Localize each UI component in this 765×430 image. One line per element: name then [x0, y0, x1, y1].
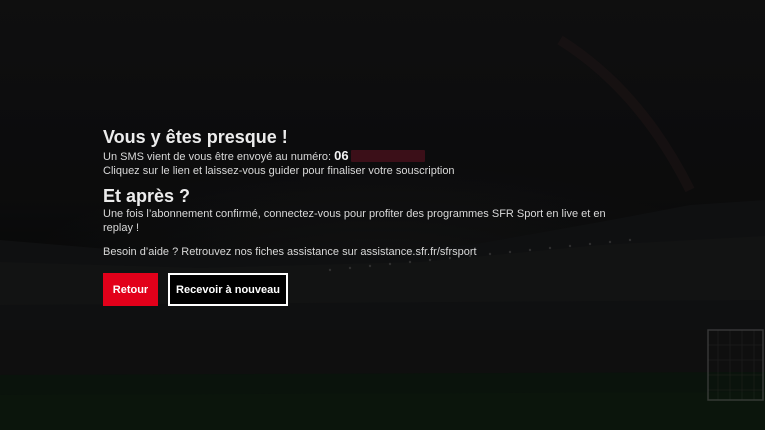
sms-sent-message: Un SMS vient de vous être envoyé au numé… — [103, 149, 663, 164]
masked-phone-number — [350, 150, 425, 162]
action-buttons: Retour Recevoir à nouveau — [103, 273, 288, 306]
resend-button[interactable]: Recevoir à nouveau — [168, 273, 288, 306]
after-text: Une fois l’abonnement confirmé, connecte… — [103, 208, 606, 234]
after-title: Et après ? — [103, 186, 191, 206]
phone-number-prefix: 06 — [334, 148, 349, 163]
help-text: Besoin d’aide ? Retrouvez nos fiches ass… — [103, 246, 477, 258]
sfr-sport-confirmation-screen: Vous y êtes presque ! Un SMS vient de vo… — [0, 0, 765, 430]
back-button[interactable]: Retour — [103, 273, 158, 306]
message-panel: Vous y êtes presque ! Un SMS vient de vo… — [103, 126, 663, 259]
sms-sent-text: Un SMS vient de vous être envoyé au numé… — [103, 151, 332, 163]
instruction-text: Cliquez sur le lien et laissez-vous guid… — [103, 165, 455, 177]
page-title: Vous y êtes presque ! — [103, 127, 288, 147]
